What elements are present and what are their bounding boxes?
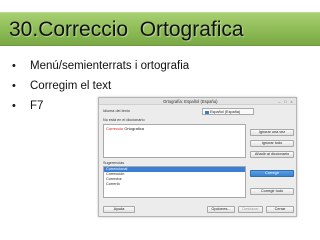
bullet-item: • Corregim el text (12, 76, 189, 96)
bullet-dot-icon: • (12, 80, 16, 92)
slide-title: 30.Correccio Ortografica (9, 18, 244, 41)
spellcheck-dialog: Ortografía: Español (España) – □ × Idiom… (98, 97, 297, 217)
language-flag-icon (205, 110, 209, 114)
language-label: Idioma del texto (103, 109, 130, 113)
bullet-text: Corregim el text (30, 80, 112, 92)
not-in-dictionary-label: No está en el diccionario (103, 118, 145, 122)
close-icon[interactable]: × (289, 99, 294, 104)
bullet-dot-icon: • (12, 60, 16, 72)
minimize-icon[interactable]: – (277, 99, 282, 104)
correct-all-button[interactable]: Corregir todo (250, 188, 294, 195)
not-in-dictionary-textbox[interactable]: Correccio Ortografica (103, 124, 246, 158)
add-to-dictionary-button[interactable]: Añadir al diccionario (250, 151, 294, 158)
close-button[interactable]: Cerrar (266, 206, 294, 213)
bullet-dot-icon: • (12, 100, 16, 112)
language-select[interactable]: Español (España) (202, 108, 254, 115)
bullet-text: F7 (30, 100, 44, 112)
correct-button[interactable]: Corregir (250, 170, 294, 177)
context-text: Ortografica (123, 126, 145, 131)
slide-title-bar: 30.Correccio Ortografica (0, 12, 320, 46)
dialog-title: Ortografía: Español (España) (163, 99, 218, 104)
misspelled-word: Correccio (106, 126, 124, 131)
suggestions-label: Sugerencias (103, 161, 125, 165)
ignore-all-button[interactable]: Ignorar todo (250, 140, 294, 147)
bullet-item: • Menú/semienterrats i ortografia (12, 56, 189, 76)
dialog-title-bar[interactable]: Ortografía: Español (España) – □ × (99, 98, 296, 105)
options-button[interactable]: Opciones... (207, 206, 235, 213)
suggestion-item[interactable]: Correrlo (104, 182, 245, 187)
undo-button[interactable]: Deshacer (238, 206, 263, 213)
help-button[interactable]: Ayuda (103, 206, 135, 213)
suggestions-list[interactable]: Correccional Corrección Corrector Correr… (103, 166, 246, 198)
ignore-once-button[interactable]: Ignorar una vez (250, 129, 294, 136)
bullet-text: Menú/semienterrats i ortografia (30, 60, 190, 72)
maximize-icon[interactable]: □ (283, 99, 288, 104)
language-value: Español (España) (210, 110, 241, 114)
